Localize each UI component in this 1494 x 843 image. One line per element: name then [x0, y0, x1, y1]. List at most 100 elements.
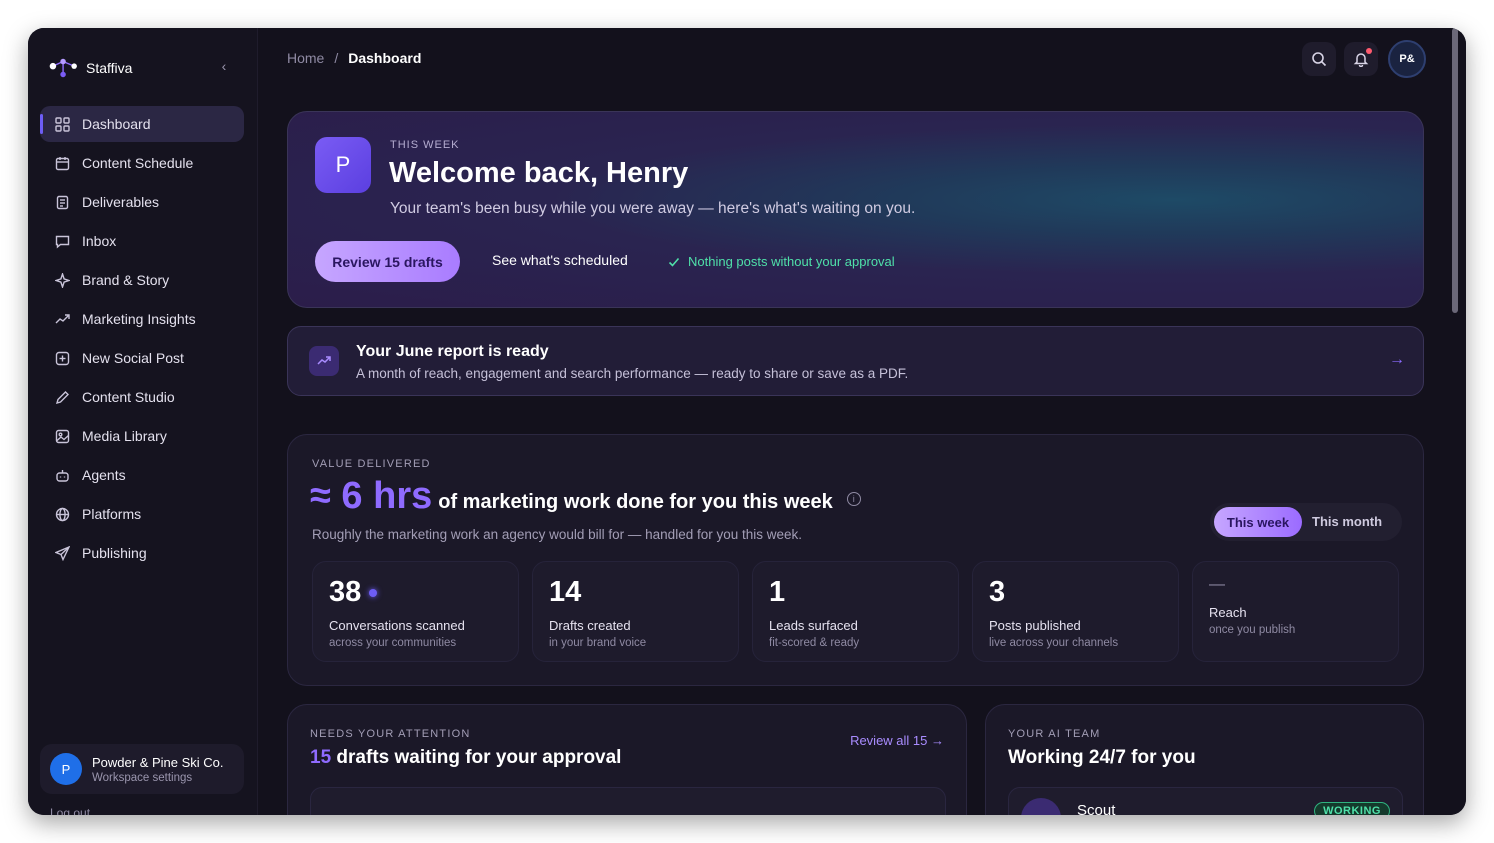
welcome-hero: P THIS WEEK Welcome back, Henry Your tea… [287, 111, 1424, 308]
team-title: Working 24/7 for you [1008, 747, 1196, 768]
app-name: Staffiva [86, 60, 133, 76]
user-avatar[interactable]: P& [1388, 40, 1426, 78]
collapse-sidebar-icon[interactable]: ‹ [216, 58, 232, 74]
hero-subtitle: Your team's been busy while you were awa… [390, 200, 916, 217]
toggle-this-week[interactable]: This week [1214, 507, 1302, 537]
sidebar-item-label: Content Schedule [82, 155, 194, 171]
breadcrumb-separator: / [334, 50, 339, 66]
stat-value: 38 [329, 576, 378, 609]
workspace-name: Powder & Pine Ski Co. [92, 754, 224, 770]
see-scheduled-button[interactable]: See what's scheduled [492, 252, 628, 268]
toggle-this-month[interactable]: This month [1312, 514, 1382, 529]
calendar-icon [54, 155, 70, 171]
period-toggle: This week This month [1210, 503, 1402, 541]
sidebar-item-label: Marketing Insights [82, 311, 196, 327]
stat-card-reach[interactable]: — Reach once you publish [1192, 561, 1399, 662]
notifications-button[interactable] [1344, 42, 1378, 76]
breadcrumb-current: Dashboard [348, 50, 422, 66]
sidebar-item-label: Publishing [82, 545, 147, 561]
team-eyebrow: YOUR AI TEAM [1008, 728, 1101, 740]
monthly-report-banner[interactable]: Your June report is ready A month of rea… [287, 326, 1424, 396]
arrow-right-icon[interactable]: → [1389, 351, 1405, 369]
hero-avatar: P [315, 137, 371, 193]
trend-icon [54, 311, 70, 327]
hours-saved: ≈ 6 hrs [310, 475, 433, 517]
check-icon [668, 257, 680, 267]
breadcrumb: Home / Dashboard [287, 50, 421, 66]
sidebar-nav: Dashboard Content Schedule Deliverables … [40, 106, 244, 574]
draft-list-item[interactable] [310, 787, 946, 815]
drafts-count: 15 [310, 747, 332, 768]
approval-note-text: Nothing posts without your approval [688, 254, 895, 269]
hero-eyebrow: THIS WEEK [390, 139, 460, 151]
sidebar: Staffiva ‹ Dashboard Content Schedule De… [28, 28, 258, 815]
needs-attention-card: NEEDS YOUR ATTENTION 15 drafts waiting f… [287, 704, 967, 815]
stat-sub: live across your channels [989, 637, 1119, 649]
workspace-avatar: P [50, 753, 82, 785]
document-icon [54, 194, 70, 210]
stat-label: Reach [1209, 605, 1247, 620]
sidebar-item-brand-story[interactable]: Brand & Story [40, 262, 244, 298]
plus-square-icon [54, 350, 70, 366]
ai-team-card: YOUR AI TEAM Working 24/7 for you Scout … [985, 704, 1424, 815]
sidebar-item-deliverables[interactable]: Deliverables [40, 184, 244, 220]
sidebar-item-publishing[interactable]: Publishing [40, 535, 244, 571]
review-all-link[interactable]: Review all 15 → [850, 733, 944, 748]
live-indicator [369, 588, 378, 597]
workspace-settings-link: Workspace settings [92, 771, 193, 784]
sidebar-item-label: Agents [82, 467, 126, 483]
stat-card-posts[interactable]: 3 Posts published live across your chann… [972, 561, 1179, 662]
search-button[interactable] [1302, 42, 1336, 76]
stat-value: 1 [769, 576, 786, 608]
stat-value: 3 [989, 576, 1006, 608]
breadcrumb-home[interactable]: Home [287, 50, 324, 66]
sidebar-item-agents[interactable]: Agents [40, 457, 244, 493]
report-subtitle: A month of reach, engagement and search … [356, 366, 909, 381]
workspace-switcher[interactable]: P Powder & Pine Ski Co. Workspace settin… [40, 744, 244, 794]
scrollbar-thumb[interactable] [1452, 28, 1458, 313]
info-icon[interactable]: i [846, 492, 861, 506]
image-icon [54, 428, 70, 444]
stat-value: 14 [549, 576, 582, 608]
logout-link[interactable]: Log out [50, 806, 90, 815]
agent-list-item[interactable]: Scout WORKING [1008, 787, 1403, 815]
sidebar-item-inbox[interactable]: Inbox [40, 223, 244, 259]
stat-label: Posts published [989, 618, 1081, 633]
sidebar-item-label: Platforms [82, 506, 142, 522]
sidebar-item-platforms[interactable]: Platforms [40, 496, 244, 532]
stat-label: Drafts created [549, 618, 631, 633]
stat-card-leads[interactable]: 1 Leads surfaced fit-scored & ready [752, 561, 959, 662]
review-drafts-button[interactable]: Review 15 drafts [315, 241, 460, 282]
stat-sub: across your communities [329, 637, 457, 649]
sidebar-item-label: New Social Post [82, 350, 184, 366]
sparkle-icon [54, 272, 70, 288]
topbar: Home / Dashboard P& [258, 28, 1466, 88]
search-icon [1312, 52, 1327, 67]
sidebar-item-marketing-insights[interactable]: Marketing Insights [40, 301, 244, 337]
scrollbar[interactable] [1450, 28, 1458, 815]
notification-dot [1366, 48, 1372, 54]
send-icon [54, 545, 70, 561]
sidebar-item-content-schedule[interactable]: Content Schedule [40, 145, 244, 181]
sidebar-item-label: Dashboard [82, 116, 151, 132]
stat-card-drafts[interactable]: 14 Drafts created in your brand voice [532, 561, 739, 662]
logo-icon [49, 58, 77, 78]
stat-sub: in your brand voice [549, 637, 647, 649]
sidebar-item-new-social-post[interactable]: New Social Post [40, 340, 244, 376]
sidebar-item-label: Media Library [82, 428, 167, 444]
stat-label: Conversations scanned [329, 618, 465, 633]
sidebar-item-dashboard[interactable]: Dashboard [40, 106, 244, 142]
app-window: Staffiva ‹ Dashboard Content Schedule De… [28, 28, 1466, 815]
stat-card-conversations[interactable]: 38 Conversations scanned across your com… [312, 561, 519, 662]
attention-eyebrow: NEEDS YOUR ATTENTION [310, 728, 471, 740]
report-title: Your June report is ready [356, 343, 549, 360]
sidebar-item-content-studio[interactable]: Content Studio [40, 379, 244, 415]
sidebar-item-label: Inbox [82, 233, 117, 249]
agent-avatar [1021, 798, 1061, 815]
app-logo[interactable]: Staffiva [48, 56, 132, 80]
value-headline: ≈ 6 hrs of marketing work done for you t… [310, 475, 861, 518]
value-delivered-card: VALUE DELIVERED ≈ 6 hrs of marketing wor… [287, 434, 1424, 686]
stat-sub: once you publish [1209, 624, 1296, 636]
stat-sub: fit-scored & ready [769, 637, 860, 649]
sidebar-item-media-library[interactable]: Media Library [40, 418, 244, 454]
